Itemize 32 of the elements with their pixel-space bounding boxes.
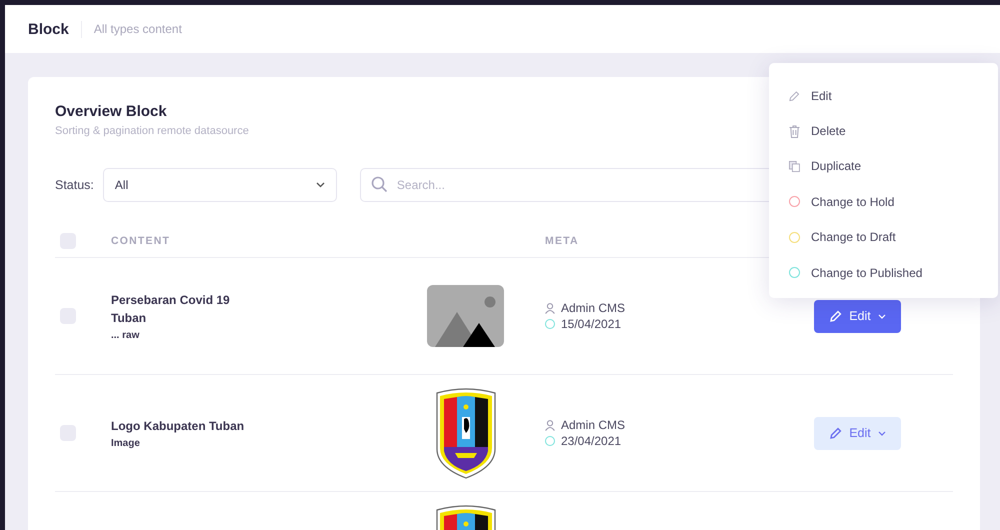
menu-item[interactable]: Change to Published	[769, 254, 998, 290]
author-name: Admin CMS	[561, 301, 626, 315]
content-type: ... raw	[111, 330, 140, 341]
user-icon	[545, 420, 555, 430]
pencil-icon	[829, 426, 842, 440]
status-label: Status:	[55, 178, 94, 192]
author-name: Admin CMS	[561, 418, 626, 432]
column-header: CONTENT	[111, 234, 172, 246]
image-placeholder-icon	[427, 285, 504, 347]
card-title: Overview Block	[55, 103, 168, 120]
menu-item[interactable]: Change to Draft	[769, 220, 998, 255]
chevron-down-icon	[316, 182, 325, 188]
status-select[interactable]: All	[102, 168, 337, 202]
card-subtitle: Sorting & pagination remote datasource	[55, 125, 249, 137]
page-title: Block	[28, 20, 82, 38]
content-title: Logo Kabupaten Tuban	[111, 418, 246, 435]
date-text: 23/04/2021	[561, 434, 622, 448]
content-title: Persebaran Covid 19 Tuban	[111, 292, 231, 327]
menu-item[interactable]: Edit	[769, 78, 998, 114]
content-type: Image	[111, 438, 141, 449]
user-icon	[545, 302, 555, 314]
edit-button[interactable]: Edit	[814, 300, 901, 332]
pencil-icon	[789, 90, 800, 102]
trash-icon	[789, 124, 800, 138]
page-subtitle: All types content	[92, 22, 182, 36]
menu-item[interactable]: Delete	[769, 113, 998, 149]
column-header: META	[545, 234, 580, 246]
pencil-icon	[829, 310, 842, 322]
chevron-down-icon	[878, 314, 886, 318]
date-text: 15/04/2021	[561, 317, 622, 331]
chevron-down-icon	[878, 430, 886, 436]
copy-icon	[789, 160, 800, 173]
